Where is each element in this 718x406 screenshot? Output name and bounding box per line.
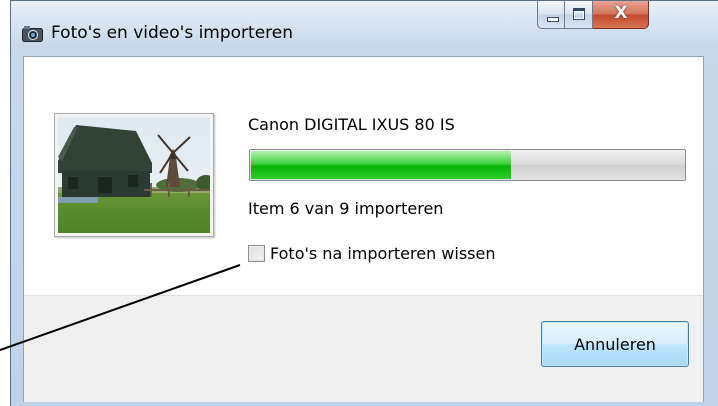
- minimize-icon: [547, 17, 559, 22]
- delete-after-import-checkbox[interactable]: [248, 244, 265, 262]
- maximize-button[interactable]: [565, 1, 593, 29]
- title-bar[interactable]: Foto's en video's importeren X: [11, 1, 718, 57]
- photo-thumbnail: [54, 113, 214, 237]
- import-status-text: Item 6 van 9 importeren: [248, 199, 444, 218]
- cancel-button[interactable]: Annuleren: [541, 321, 689, 367]
- caption-buttons: X: [537, 1, 649, 31]
- progress-fill: [251, 151, 511, 179]
- camera-import-icon: [22, 25, 43, 42]
- close-button[interactable]: X: [593, 1, 649, 29]
- minimize-button[interactable]: [537, 1, 565, 29]
- windmill-photo: [58, 117, 210, 233]
- dialog-content: Canon DIGITAL IXUS 80 IS Item 6 van 9 im…: [23, 56, 704, 402]
- delete-after-import-label[interactable]: Foto's na importeren wissen: [270, 244, 496, 263]
- import-progress-bar: [249, 149, 686, 181]
- window-title: Foto's en video's importeren: [51, 23, 294, 43]
- maximize-icon: [573, 8, 585, 20]
- close-icon: X: [614, 3, 628, 23]
- delete-after-import-option[interactable]: Foto's na importeren wissen: [248, 241, 496, 265]
- device-name: Canon DIGITAL IXUS 80 IS: [248, 115, 455, 134]
